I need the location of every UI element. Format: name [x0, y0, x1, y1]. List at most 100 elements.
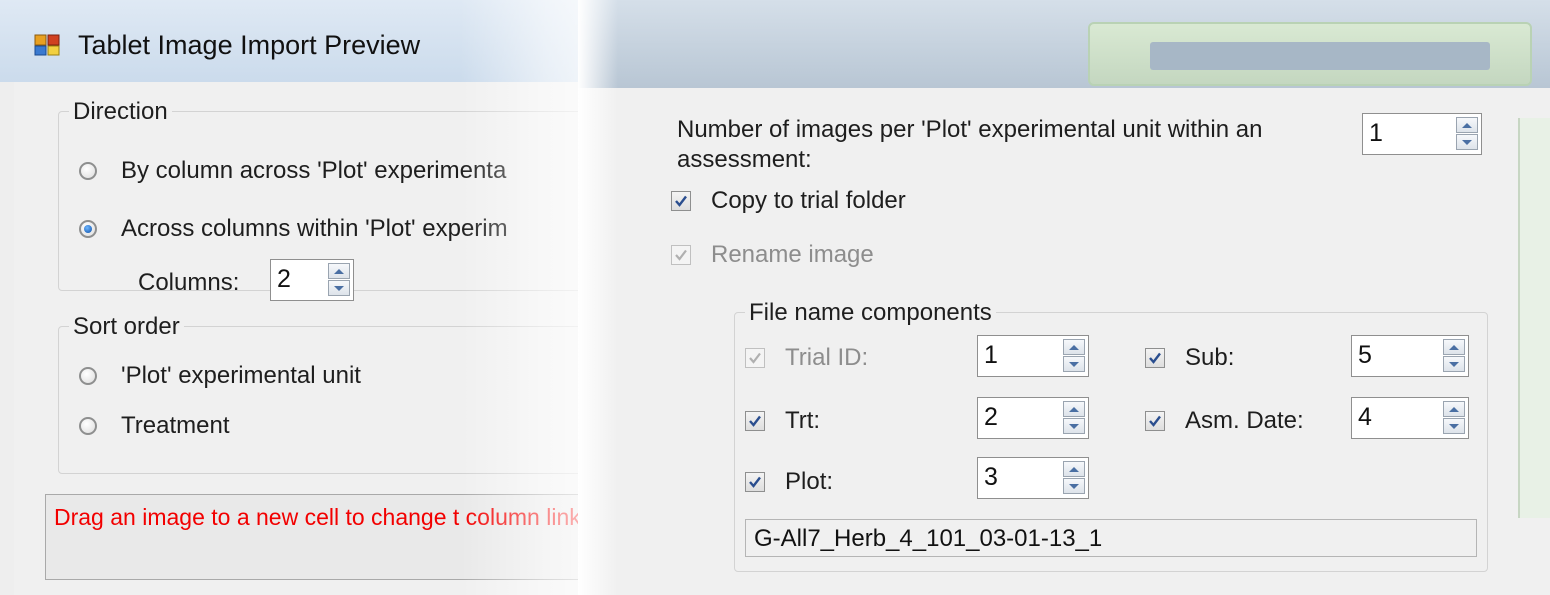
sub-checkbox[interactable]: Sub: — [1145, 343, 1234, 373]
columns-stepper[interactable]: 2 — [270, 259, 354, 301]
arrow-down-icon — [1462, 139, 1472, 145]
window-title: Tablet Image Import Preview — [78, 30, 421, 60]
side-panel — [1518, 118, 1550, 518]
copy-to-trial-folder-checkbox[interactable]: Copy to trial folder — [671, 186, 906, 216]
asm-date-label: Asm. Date: — [1185, 407, 1304, 434]
radio-plot-unit-label: 'Plot' experimental unit — [121, 362, 361, 389]
hint-text: Drag an image to a new cell to change t … — [54, 504, 626, 530]
arrow-up-icon — [1462, 122, 1472, 128]
rename-image-checkbox: Rename image — [671, 240, 874, 270]
blurred-tab-label — [1150, 42, 1490, 70]
checkmark-icon — [675, 249, 687, 261]
checkmark-icon — [749, 476, 761, 488]
spin-up-button[interactable] — [328, 263, 350, 279]
spin-up-button[interactable] — [1443, 401, 1465, 417]
radio-button-selected[interactable] — [79, 220, 97, 238]
trt-value[interactable]: 2 — [984, 403, 998, 432]
images-per-unit-stepper[interactable]: 1 — [1362, 113, 1482, 155]
sort-order-legend: Sort order — [69, 313, 184, 341]
columns-label: Columns: — [138, 269, 240, 296]
spin-up-button[interactable] — [1443, 339, 1465, 355]
trial-id-value[interactable]: 1 — [984, 341, 998, 370]
hint-box: Drag an image to a new cell to change t … — [45, 494, 650, 580]
spin-down-button[interactable] — [1443, 418, 1465, 434]
arrow-up-icon — [1449, 406, 1459, 412]
blurred-tab — [1088, 22, 1532, 86]
checkbox[interactable] — [671, 191, 691, 211]
arrow-down-icon — [1069, 423, 1079, 429]
trt-stepper[interactable]: 2 — [977, 397, 1089, 439]
checkbox-disabled — [671, 245, 691, 265]
arrow-up-icon — [1069, 466, 1079, 472]
radio-treatment[interactable]: Treatment — [79, 411, 229, 441]
spin-up-button[interactable] — [1456, 117, 1478, 133]
asm-date-stepper[interactable]: 4 — [1351, 397, 1469, 439]
left-window-fragment: Tablet Image Import Preview Direction By… — [0, 0, 650, 595]
columns-value[interactable]: 2 — [277, 265, 291, 294]
checkbox[interactable] — [745, 472, 765, 492]
arrow-up-icon — [1449, 344, 1459, 350]
spin-down-button[interactable] — [1063, 356, 1085, 372]
sort-order-group: Sort order 'Plot' experimental unit Trea… — [58, 313, 650, 474]
trt-checkbox[interactable]: Trt: — [745, 406, 820, 436]
arrow-down-icon — [1069, 483, 1079, 489]
file-name-components-group: File name components Trial ID: 1 Trt: 2 … — [734, 299, 1488, 572]
spin-buttons — [1456, 117, 1478, 151]
checkbox[interactable] — [1145, 348, 1165, 368]
plot-label: Plot: — [785, 468, 834, 495]
plot-checkbox[interactable]: Plot: — [745, 467, 833, 497]
spin-up-button[interactable] — [1063, 461, 1085, 477]
spin-down-button[interactable] — [1443, 356, 1465, 372]
checkmark-icon — [675, 195, 687, 207]
asm-date-value[interactable]: 4 — [1358, 403, 1372, 432]
checkbox[interactable] — [1145, 411, 1165, 431]
checkbox-disabled — [745, 348, 765, 368]
arrow-down-icon — [334, 285, 344, 291]
right-client-area: Number of images per 'Plot' experimental… — [578, 88, 1550, 595]
spin-up-button[interactable] — [1063, 401, 1085, 417]
spin-buttons — [328, 263, 350, 297]
arrow-up-icon — [334, 268, 344, 274]
arrow-down-icon — [1449, 423, 1459, 429]
spin-down-button[interactable] — [328, 280, 350, 296]
spin-buttons — [1063, 401, 1085, 435]
radio-button[interactable] — [79, 417, 97, 435]
radio-by-column[interactable]: By column across 'Plot' experimenta — [79, 156, 506, 186]
rename-image-label: Rename image — [711, 241, 874, 268]
checkbox[interactable] — [745, 411, 765, 431]
direction-group: Direction By column across 'Plot' experi… — [58, 98, 650, 301]
blurred-titlebar — [578, 0, 1550, 88]
images-per-unit-value[interactable]: 1 — [1369, 119, 1383, 148]
radio-button[interactable] — [79, 162, 97, 180]
images-per-unit-label-line1: Number of images per 'Plot' experimental… — [677, 116, 1263, 143]
checkmark-icon — [749, 415, 761, 427]
trial-id-stepper[interactable]: 1 — [977, 335, 1089, 377]
trt-label: Trt: — [785, 407, 821, 434]
radio-plot-unit[interactable]: 'Plot' experimental unit — [79, 361, 361, 391]
asm-date-checkbox[interactable]: Asm. Date: — [1145, 406, 1304, 436]
sub-value[interactable]: 5 — [1358, 341, 1372, 370]
spin-down-button[interactable] — [1063, 418, 1085, 434]
right-window-fragment: Number of images per 'Plot' experimental… — [578, 0, 1550, 595]
radio-across-columns[interactable]: Across columns within 'Plot' experim — [79, 214, 508, 244]
radio-button[interactable] — [79, 367, 97, 385]
spin-buttons — [1443, 339, 1465, 373]
trial-id-checkbox: Trial ID: — [745, 343, 868, 373]
filename-preview-text: G-All7_Herb_4_101_03-01-13_1 — [754, 525, 1103, 552]
spin-up-button[interactable] — [1063, 339, 1085, 355]
arrow-up-icon — [1069, 344, 1079, 350]
filename-preview: G-All7_Herb_4_101_03-01-13_1 — [745, 519, 1477, 557]
window-titlebar: Tablet Image Import Preview — [0, 0, 650, 82]
file-name-components-legend: File name components — [745, 299, 996, 327]
spin-down-button[interactable] — [1063, 478, 1085, 494]
spin-down-button[interactable] — [1456, 134, 1478, 150]
spin-buttons — [1063, 461, 1085, 495]
plot-value[interactable]: 3 — [984, 463, 998, 492]
app-window-icon — [34, 34, 60, 56]
sub-label: Sub: — [1185, 344, 1235, 371]
checkmark-icon — [1149, 415, 1161, 427]
plot-stepper[interactable]: 3 — [977, 457, 1089, 499]
arrow-down-icon — [1069, 361, 1079, 367]
checkmark-icon — [1149, 352, 1161, 364]
sub-stepper[interactable]: 5 — [1351, 335, 1469, 377]
